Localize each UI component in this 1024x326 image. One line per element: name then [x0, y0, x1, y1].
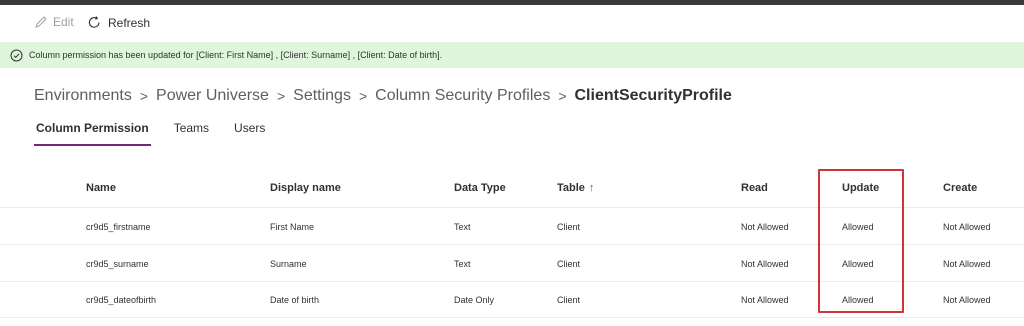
refresh-label: Refresh	[108, 15, 151, 30]
breadcrumb-column-security-profiles[interactable]: Column Security Profiles	[375, 87, 550, 105]
cell-data-type: Text	[454, 222, 471, 232]
column-header-table-label: Table	[557, 182, 585, 194]
cell-table: Client	[557, 222, 581, 232]
cell-read: Not Allowed	[741, 295, 789, 305]
cell-table: Client	[557, 295, 581, 305]
chevron-right-icon: >	[139, 88, 149, 104]
cell-create: Not Allowed	[943, 222, 991, 232]
notification-text: Column permission has been updated for […	[29, 50, 443, 60]
cell-read: Not Allowed	[741, 259, 789, 269]
command-bar: Edit Refresh	[0, 5, 1024, 41]
cell-name: cr9d5_dateofbirth	[86, 295, 157, 305]
sort-ascending-icon: ↑	[588, 182, 595, 194]
column-header-data-type[interactable]: Data Type	[454, 182, 506, 194]
cell-data-type: Text	[454, 259, 471, 269]
success-notification: Column permission has been updated for […	[0, 42, 1024, 68]
cell-name: cr9d5_firstname	[86, 222, 151, 232]
breadcrumb-settings[interactable]: Settings	[293, 87, 351, 105]
column-header-table[interactable]: Table ↑	[557, 182, 594, 194]
cell-name: cr9d5_surname	[86, 259, 149, 269]
cell-display-name: First Name	[270, 222, 315, 232]
success-check-icon	[10, 49, 23, 62]
chevron-right-icon: >	[358, 88, 368, 104]
breadcrumb-environments[interactable]: Environments	[34, 87, 132, 105]
breadcrumb: Environments > Power Universe > Settings…	[34, 85, 732, 107]
tab-column-permission[interactable]: Column Permission	[34, 121, 151, 147]
chevron-right-icon: >	[276, 88, 286, 104]
cell-display-name: Date of birth	[270, 295, 320, 305]
cell-create: Not Allowed	[943, 295, 991, 305]
cell-display-name: Surname	[270, 259, 307, 269]
tab-users[interactable]: Users	[232, 121, 267, 147]
tab-list: Column Permission Teams Users	[34, 121, 288, 147]
cell-table: Client	[557, 259, 581, 269]
column-header-create[interactable]: Create	[943, 182, 977, 194]
cell-data-type: Date Only	[454, 295, 495, 305]
column-header-display-name[interactable]: Display name	[270, 182, 341, 194]
chevron-right-icon: >	[558, 88, 567, 104]
tab-teams[interactable]: Teams	[172, 121, 211, 147]
page-title: ClientSecurityProfile	[574, 87, 732, 104]
cell-read: Not Allowed	[741, 222, 789, 232]
edit-button[interactable]: Edit	[34, 15, 74, 29]
edit-label: Edit	[53, 15, 74, 29]
column-header-name[interactable]: Name	[86, 182, 116, 194]
refresh-button[interactable]: Refresh	[87, 15, 150, 30]
breadcrumb-power-universe[interactable]: Power Universe	[156, 87, 269, 105]
refresh-icon	[87, 15, 102, 30]
cell-create: Not Allowed	[943, 259, 991, 269]
update-column-highlight	[818, 169, 904, 313]
pencil-icon	[34, 15, 48, 29]
column-header-read[interactable]: Read	[741, 182, 768, 194]
